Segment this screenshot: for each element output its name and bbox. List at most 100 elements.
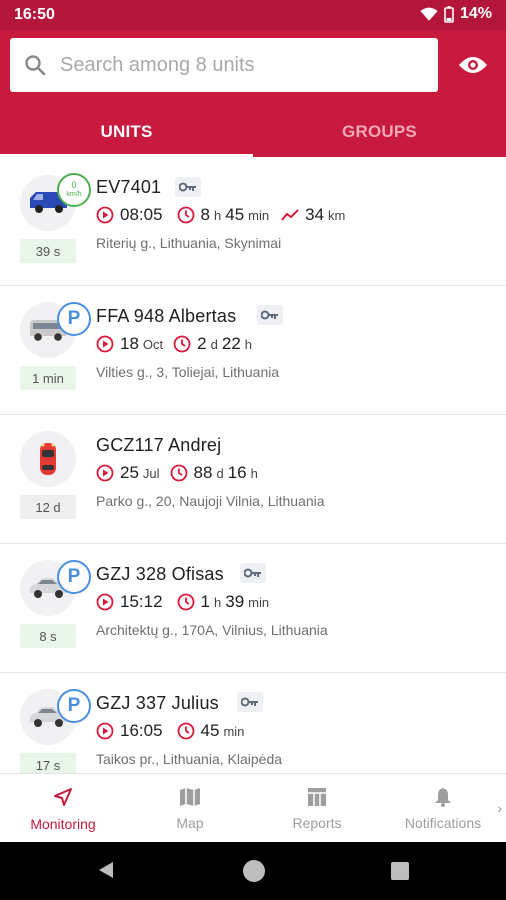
duration-value: 39 <box>225 592 245 611</box>
app-header: Search among 8 units UNITS GROUPS <box>0 30 506 157</box>
nav-map-label: Map <box>176 814 204 831</box>
trend-line-icon <box>281 209 299 221</box>
duration-value: 88 <box>193 463 213 482</box>
nav-map[interactable]: Map <box>127 774 253 843</box>
chevron-right-icon[interactable]: › <box>497 800 502 816</box>
duration-unit: h <box>250 465 258 481</box>
trip-start-time: 16:05 <box>120 721 163 740</box>
search-input[interactable]: Search among 8 units <box>60 54 255 77</box>
parking-badge: P <box>57 560 91 594</box>
unit-address: Architektų g., 170A, Vilnius, Lithuania <box>96 622 328 638</box>
trip-start-day: 25 <box>120 463 139 482</box>
tab-groups[interactable]: GROUPS <box>253 106 506 157</box>
reports-icon <box>308 787 326 806</box>
speed-value: 0 <box>71 180 77 190</box>
bell-icon <box>435 787 451 807</box>
unit-name: GCZ117 Andrej <box>96 435 222 455</box>
unit-address: Parko g., 20, Naujoji Vilnia, Lithuania <box>96 493 325 509</box>
nav-monitoring[interactable]: Monitoring <box>0 774 126 843</box>
tab-units[interactable]: UNITS <box>0 106 253 157</box>
unit-address: Vilties g., 3, Toliejai, Lithuania <box>96 364 280 380</box>
distance-unit: km <box>328 207 346 223</box>
parking-badge: P <box>57 302 91 336</box>
duration-unit: h <box>244 336 253 352</box>
duration-value: 22 <box>221 334 241 353</box>
last-update-badge: 17 s <box>20 753 76 773</box>
play-circle-icon <box>96 206 114 224</box>
battery-percent: 14% <box>459 5 492 22</box>
system-nav-bar <box>0 842 506 900</box>
status-bar: 16:50 14% <box>0 0 506 30</box>
unit-meta: 25 Jul 88 d 16 h <box>96 463 262 483</box>
recent-apps-icon[interactable] <box>391 862 409 880</box>
last-update-badge: 8 s <box>20 624 76 648</box>
duration-unit: d <box>216 465 224 481</box>
duration-value: 2 <box>197 334 207 353</box>
unit-name: GZJ 328 Ofisas <box>96 564 224 584</box>
unit-address: Riterių g., Lithuania, Skynimai <box>96 235 282 251</box>
search-icon <box>10 38 60 92</box>
parking-badge: P <box>57 689 91 723</box>
trip-start-month: Oct <box>142 336 164 352</box>
key-icon <box>237 692 263 712</box>
duration-unit: d <box>210 336 218 352</box>
unit-name: FFA 948 Albertas <box>96 306 237 326</box>
unit-list[interactable]: 0 km/h 39 s EV7401 08:05 8 h 45 min 34 k… <box>0 157 506 773</box>
duration-value: 45 <box>200 721 220 740</box>
play-circle-icon <box>96 593 114 611</box>
unit-row[interactable]: P 1 min FFA 948 Albertas 18 Oct 2 d 22 h… <box>0 286 506 415</box>
status-time: 16:50 <box>14 6 55 23</box>
nav-monitoring-label: Monitoring <box>30 815 96 832</box>
unit-meta: 18 Oct 2 d 22 h <box>96 334 256 354</box>
unit-address: Taikos pr., Lithuania, Klaipėda <box>96 751 283 767</box>
duration-value: 16 <box>227 463 247 482</box>
duration-unit: min <box>248 594 270 610</box>
search-box[interactable]: Search among 8 units <box>10 38 438 92</box>
play-circle-icon <box>96 722 114 740</box>
unit-name: GZJ 337 Julius <box>96 693 219 713</box>
unit-row[interactable]: 12 d GCZ117 Andrej 25 Jul 88 d 16 h Park… <box>0 415 506 544</box>
battery-icon <box>444 5 454 23</box>
vehicle-avatar <box>20 431 76 487</box>
eye-icon[interactable] <box>458 52 488 78</box>
speed-unit: km/h <box>66 191 82 198</box>
tab-groups-label: GROUPS <box>342 121 417 141</box>
clock-icon <box>177 593 194 611</box>
clock-icon <box>177 206 194 224</box>
home-icon[interactable] <box>243 860 265 882</box>
duration-unit: min <box>223 723 245 739</box>
nav-reports-label: Reports <box>292 814 342 831</box>
duration-unit: h <box>214 594 222 610</box>
play-circle-icon <box>96 464 114 482</box>
last-update-badge: 12 d <box>20 495 76 519</box>
clock-icon <box>173 335 191 353</box>
map-icon <box>180 787 200 806</box>
distance-value: 34 <box>305 205 325 224</box>
key-icon <box>175 177 201 197</box>
wifi-icon <box>420 7 438 21</box>
last-update-badge: 1 min <box>20 366 76 390</box>
last-update-badge: 39 s <box>20 239 76 263</box>
unit-name: EV7401 <box>96 177 162 197</box>
unit-row[interactable]: P 17 s GZJ 337 Julius 16:05 45 min Taiko… <box>0 673 506 773</box>
key-icon <box>240 563 266 583</box>
speed-badge: 0 km/h <box>57 173 91 207</box>
clock-icon <box>177 722 194 740</box>
key-icon <box>257 305 283 325</box>
nav-notifications[interactable]: Notifications <box>380 774 506 843</box>
trip-start-day: 18 <box>120 334 139 353</box>
navigation-arrow-icon <box>54 787 72 806</box>
unit-meta: 16:05 45 min <box>96 721 248 741</box>
duration-value: 1 <box>200 592 211 611</box>
duration-value: 45 <box>225 205 245 224</box>
duration-unit: min <box>248 207 270 223</box>
unit-row[interactable]: 0 km/h 39 s EV7401 08:05 8 h 45 min 34 k… <box>0 157 506 286</box>
trip-start-time: 15:12 <box>120 592 163 611</box>
nav-reports[interactable]: Reports <box>254 774 380 843</box>
duration-unit: h <box>214 207 222 223</box>
back-icon[interactable] <box>98 861 114 879</box>
unit-row[interactable]: P 8 s GZJ 328 Ofisas 15:12 1 h 39 min Ar… <box>0 544 506 673</box>
unit-meta: 08:05 8 h 45 min 34 km <box>96 205 349 225</box>
trip-start-month: Jul <box>142 465 160 481</box>
unit-meta: 15:12 1 h 39 min <box>96 592 273 612</box>
